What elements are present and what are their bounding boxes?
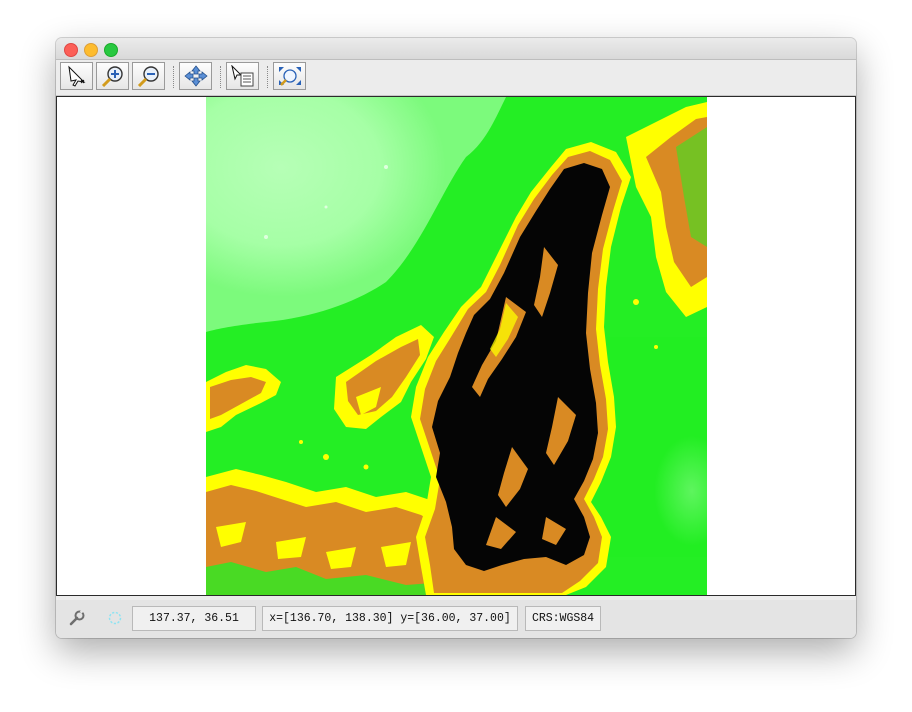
pointer-arrow-icon: [68, 65, 86, 87]
map-viewer-window: 137.37, 36.51 x=[136.70, 138.30] y=[36.0…: [56, 38, 856, 638]
reset-extent-tool-button[interactable]: [273, 62, 306, 90]
status-bar: 137.37, 36.51 x=[136.70, 138.30] y=[36.0…: [56, 600, 856, 638]
crs-button[interactable]: CRS:WGS84: [525, 606, 601, 631]
select-tool-button[interactable]: [60, 62, 93, 90]
zoom-in-magnifier-icon: [101, 66, 123, 87]
toolbar-separator: [267, 66, 269, 88]
elevation-raster: [206, 97, 707, 595]
pan-tool-button[interactable]: [179, 62, 212, 90]
minimize-button[interactable]: [84, 43, 98, 57]
toolbar-separator: [173, 66, 175, 88]
four-way-arrows-icon: [184, 65, 208, 87]
toolbar-separator: [220, 66, 222, 88]
close-button[interactable]: [64, 43, 78, 57]
zoom-out-magnifier-icon: [137, 66, 159, 87]
cursor-position-field: 137.37, 36.51: [132, 606, 256, 631]
zoom-in-tool-button[interactable]: [96, 62, 129, 90]
info-pointer-icon: [231, 65, 254, 87]
zoom-out-tool-button[interactable]: [132, 62, 165, 90]
title-bar[interactable]: [56, 38, 856, 60]
full-extent-icon: [279, 67, 301, 86]
zoom-button[interactable]: [104, 43, 118, 57]
info-tool-button[interactable]: [226, 62, 259, 90]
extent-field: x=[136.70, 138.30] y=[36.00, 37.00]: [262, 606, 518, 631]
map-toolbar: [56, 60, 856, 96]
wrench-icon[interactable]: [68, 609, 86, 627]
spinner-icon: [108, 611, 122, 625]
map-canvas[interactable]: [56, 96, 856, 596]
